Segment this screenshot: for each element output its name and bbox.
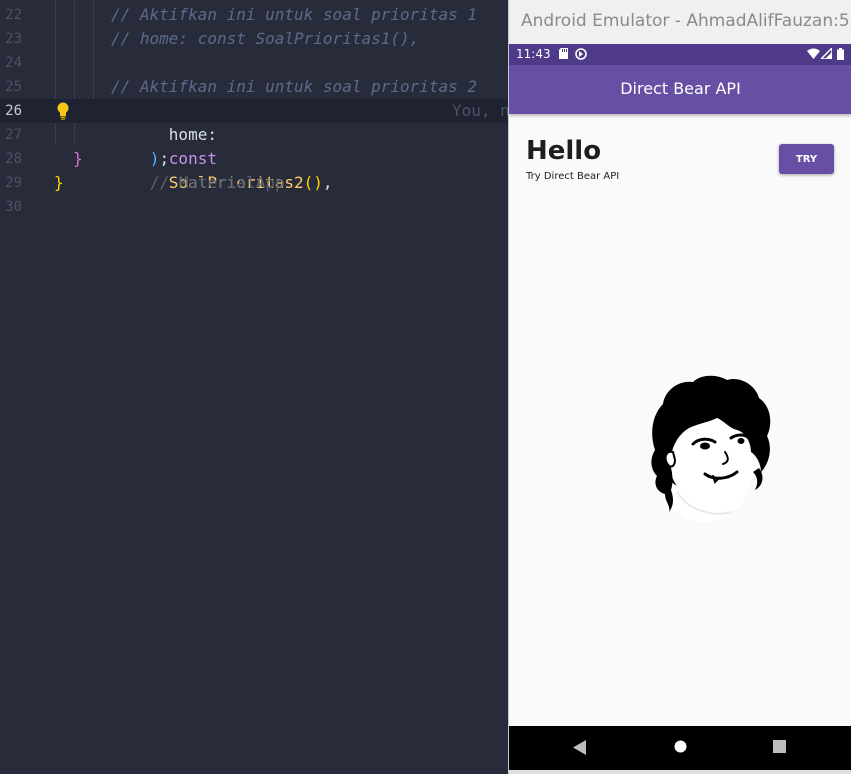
status-time: 11:43: [516, 47, 551, 61]
home-icon[interactable]: [674, 740, 687, 753]
line-number: 28: [5, 151, 22, 167]
code-line[interactable]: 24: [0, 51, 508, 75]
app-bar-title: Direct Bear API: [620, 79, 741, 98]
recents-icon[interactable]: [773, 740, 786, 753]
line-number: 24: [5, 55, 22, 71]
back-icon[interactable]: [573, 740, 587, 755]
battery-icon: [837, 48, 844, 60]
wifi-icon: [807, 48, 820, 59]
hello-subtitle: Try Direct Bear API: [526, 171, 620, 182]
lightbulb-icon[interactable]: [57, 102, 69, 120]
code-comment: // Aktifkan ini untuk soal prioritas 2: [111, 77, 478, 96]
line-number: 23: [5, 31, 22, 47]
code-comment: // home: const SoalPrioritas1(),: [111, 29, 420, 48]
emulator-titlebar[interactable]: Android Emulator - AhmadAlifFauzan:55...: [509, 0, 851, 44]
code-line[interactable]: 29 }: [0, 171, 508, 195]
line-number: 25: [5, 79, 22, 95]
try-button[interactable]: TRY: [779, 144, 834, 174]
line-number: 30: [5, 199, 22, 215]
line-number: 22: [5, 7, 22, 23]
hello-heading: Hello: [526, 136, 602, 166]
android-emulator-window: Android Emulator - AhmadAlifFauzan:55...…: [508, 0, 851, 774]
git-blame-annotation: You, n: [452, 101, 508, 120]
code-line[interactable]: 27 ); // MaterialApp: [0, 123, 508, 192]
avatar-illustration: [651, 375, 771, 522]
status-bar: 11:43: [509, 44, 851, 65]
app-bar: Direct Bear API: [509, 65, 851, 114]
emulator-bottom-border: [509, 770, 851, 774]
navigation-bar: [509, 726, 851, 770]
code-line[interactable]: 22 // Aktifkan ini untuk soal prioritas …: [0, 3, 508, 27]
code-bracket: }: [54, 173, 64, 192]
code-line[interactable]: 30: [0, 195, 508, 219]
code-bracket: }: [73, 149, 83, 168]
phone-screen: 11:43 Direct Bear API Hello Try Direct B…: [509, 44, 851, 770]
line-number: 26: [5, 103, 22, 119]
code-line[interactable]: 28 }: [0, 147, 508, 171]
code-comment: // Aktifkan ini untuk soal prioritas 1: [111, 5, 478, 24]
line-number: 27: [5, 127, 22, 143]
emulator-window-title: Android Emulator - AhmadAlifFauzan:55...: [521, 11, 851, 31]
sd-card-icon: [559, 48, 568, 59]
line-number: 29: [5, 175, 22, 191]
code-line-active[interactable]: 26 home: const SoalPrioritas2(), You, n: [0, 99, 508, 192]
sync-icon: [575, 48, 587, 60]
code-line[interactable]: 23 // home: const SoalPrioritas1(),: [0, 27, 508, 51]
signal-icon: [821, 48, 832, 59]
code-editor[interactable]: 22 // Aktifkan ini untuk soal prioritas …: [0, 0, 508, 774]
code-line[interactable]: 25 // Aktifkan ini untuk soal prioritas …: [0, 75, 508, 99]
